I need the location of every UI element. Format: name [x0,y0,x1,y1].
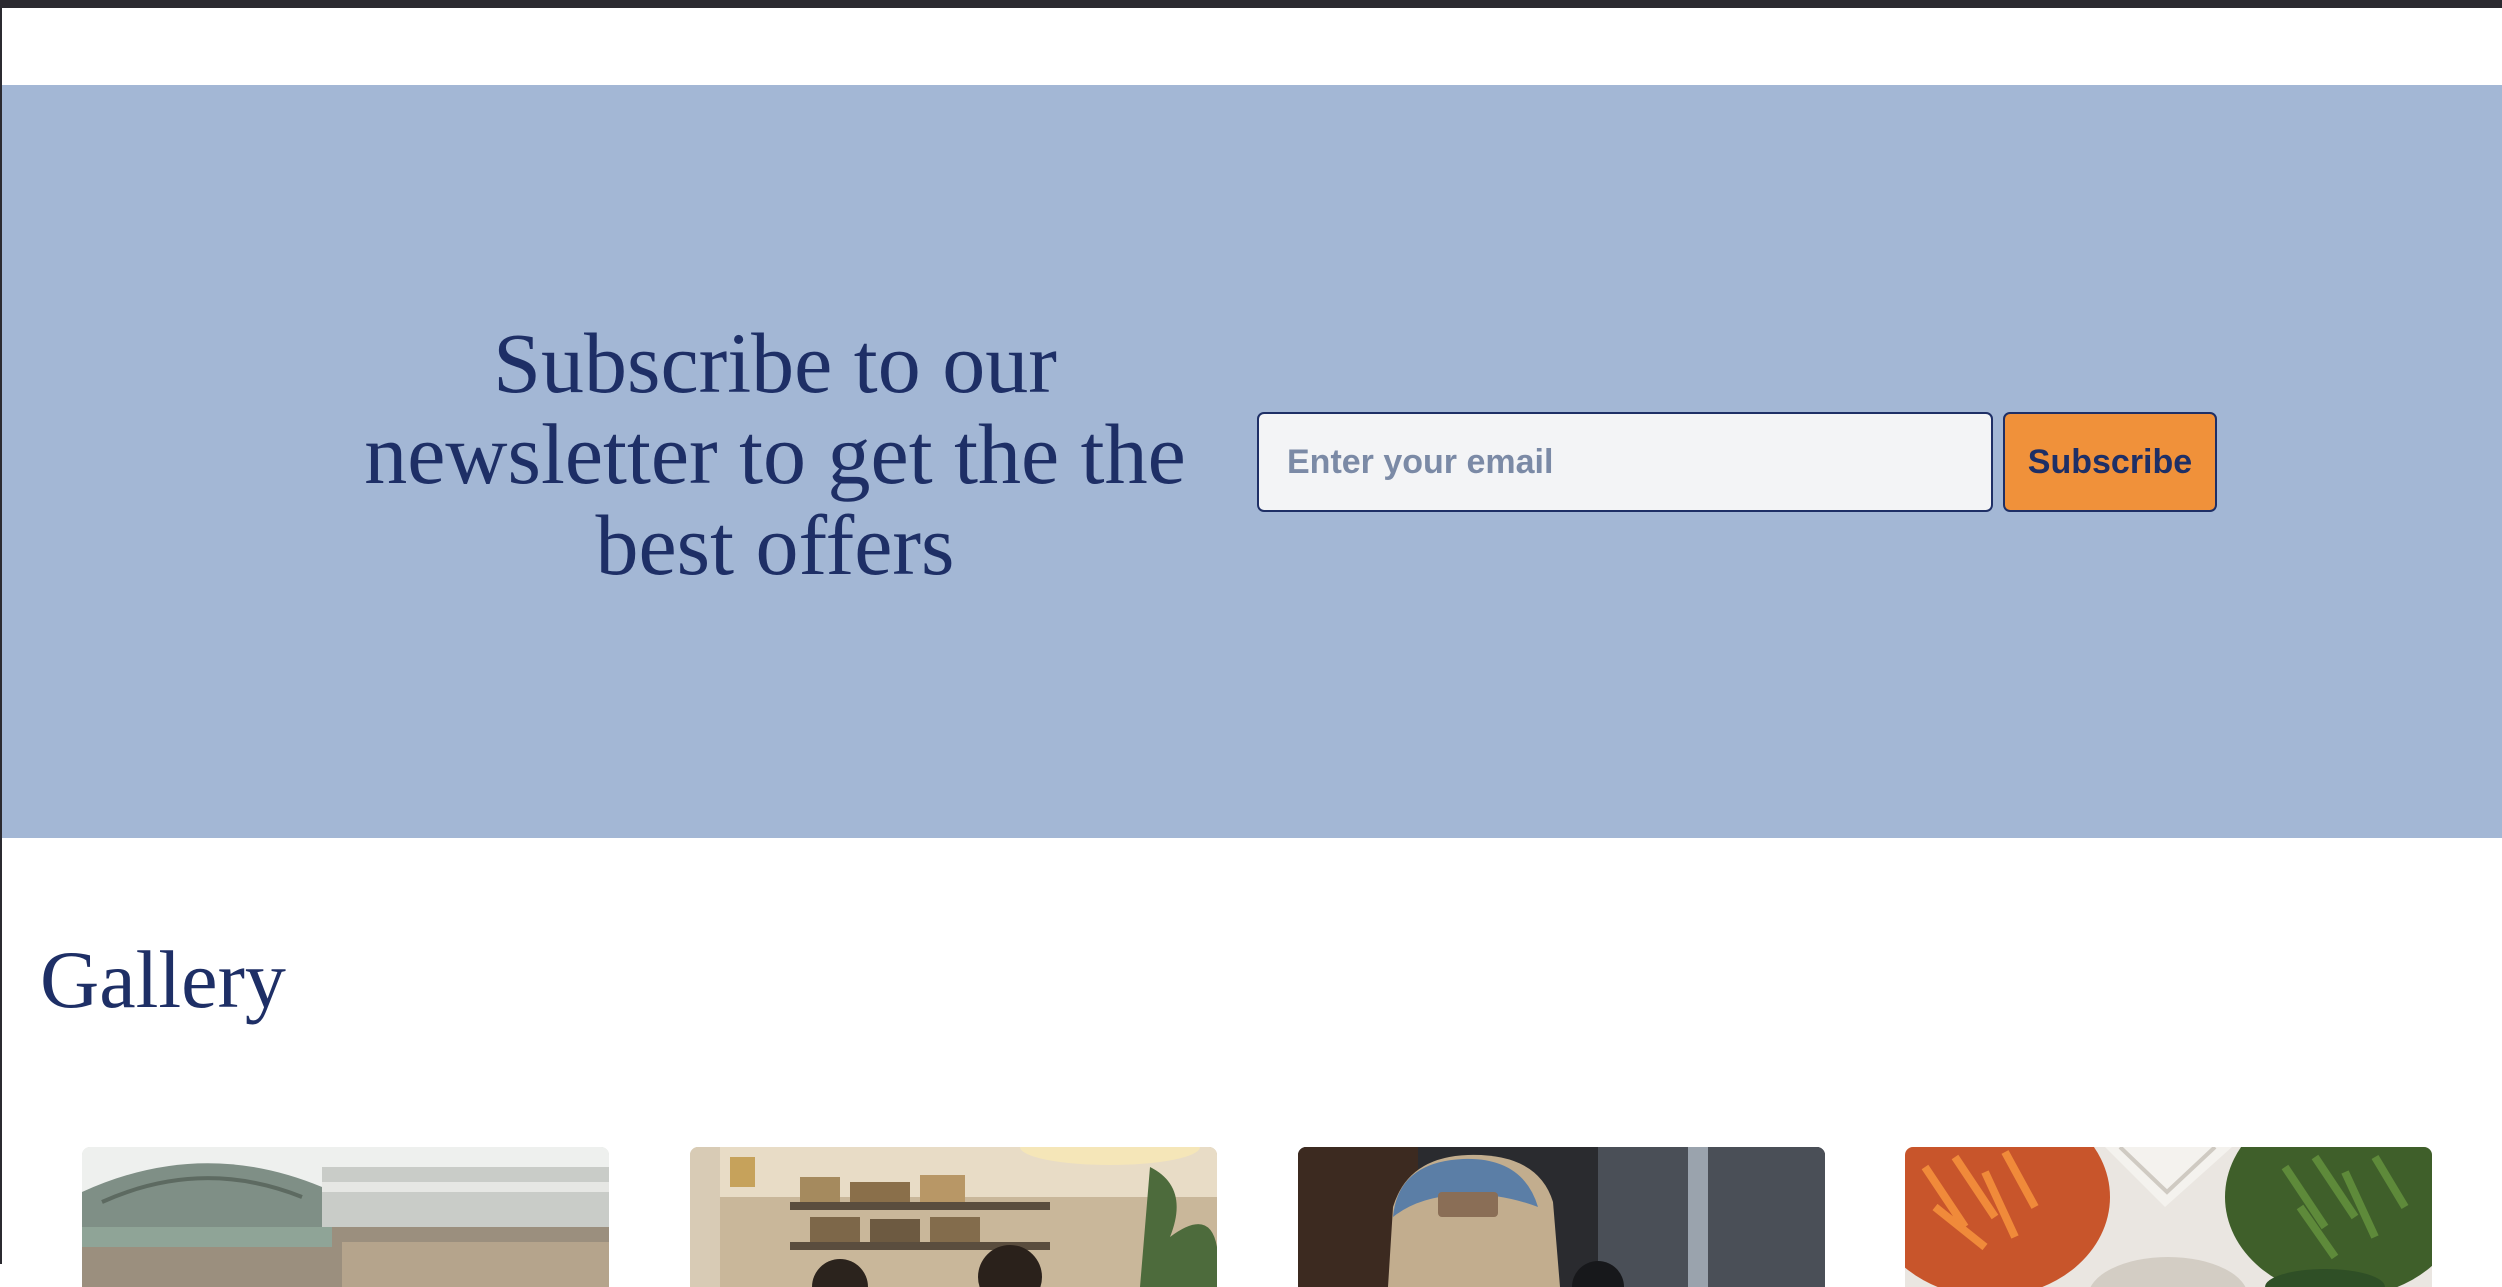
food-bowls-photo [1905,1147,2432,1287]
email-input[interactable] [1257,412,1993,512]
kitchen-shelves-photo [690,1147,1217,1287]
gallery-title: Gallery [40,934,286,1025]
gallery-image-food[interactable] [1905,1147,2432,1287]
newsletter-headline: Subscribe to our newsletter to get the t… [364,315,1186,593]
window-top-border [0,0,2502,8]
subscribe-button[interactable]: Subscribe [2003,412,2217,512]
market-stalls-photo [82,1147,609,1287]
gallery-image-kitchen[interactable] [690,1147,1217,1287]
person-in-cap-photo [1298,1147,1825,1287]
gallery-image-market[interactable] [82,1147,609,1287]
gallery-image-person[interactable] [1298,1147,1825,1287]
